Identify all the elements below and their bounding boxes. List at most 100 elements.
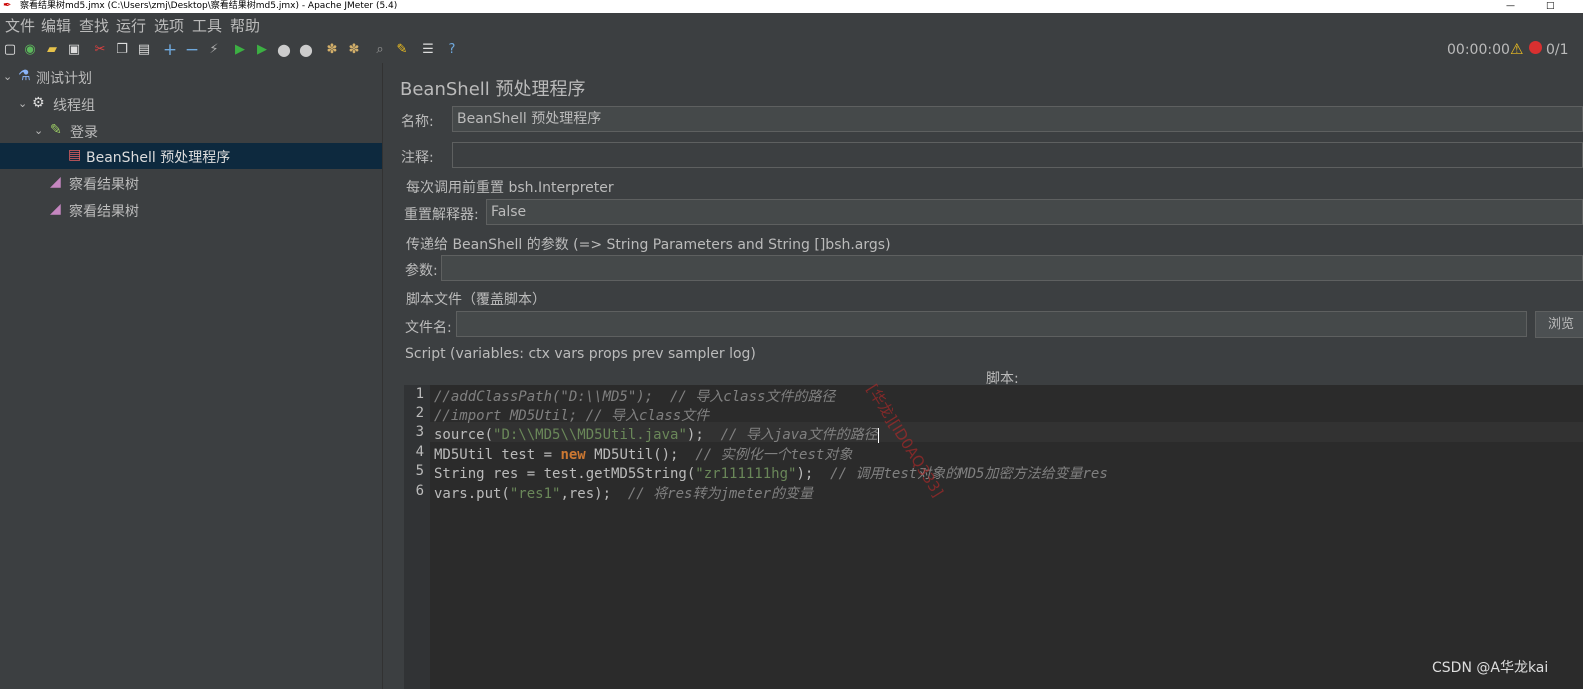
save-icon[interactable]: ▣ [66, 42, 82, 58]
code-text: ,res); [560, 486, 628, 502]
menu-bar: 文件 编辑 查找 运行 选项 工具 帮助 [0, 13, 1583, 37]
warning-icon[interactable]: ⚠ [1510, 40, 1523, 58]
menu-file[interactable]: 文件 [5, 15, 35, 36]
tree-item-view-results-tree-2[interactable]: ◢ 察看结果树 [0, 197, 382, 223]
comment-field[interactable] [452, 142, 1583, 168]
tree-label: 察看结果树 [69, 177, 139, 193]
chevron-down-icon[interactable]: ⌄ [18, 97, 27, 110]
filename-field[interactable] [456, 311, 1527, 337]
cut-icon[interactable]: ✂ [92, 42, 108, 58]
tree-label: 线程组 [53, 98, 95, 114]
templates-icon[interactable]: ◉ [22, 42, 38, 58]
expand-icon[interactable]: + [162, 42, 178, 59]
tree-label: 察看结果树 [69, 204, 139, 220]
reset-interpreter-label: 重置解释器: [404, 207, 479, 223]
chevron-down-icon[interactable]: ⌄ [34, 124, 43, 137]
menu-options[interactable]: 选项 [154, 15, 184, 36]
window-title-bar: ✒ 察看结果树md5.jmx (C:\Users\zmj\Desktop\察看结… [0, 0, 1583, 13]
script-editor[interactable]: 1 2 3 4 5 6 //addClassPath("D:\\MD5"); /… [404, 385, 1583, 689]
menu-help[interactable]: 帮助 [230, 15, 260, 36]
clear-all-icon[interactable]: ✽ [346, 42, 362, 58]
toolbar: ▢ ◉ ▰ ▣ ✂ ❐ ▤ + − ⚡ ▶ ▶ ● ● ✽ ✽ ⌕ ✎ ☰ ? … [0, 37, 1583, 64]
sampler-pencil-icon: ✎ [50, 122, 62, 138]
chevron-down-icon[interactable]: ⌄ [3, 70, 12, 83]
tree-item-beanshell-preprocessor[interactable]: ▤ BeanShell 预处理程序 [0, 143, 382, 169]
code-line[interactable]: //import MD5Util; // 导入class文件 [434, 405, 709, 425]
code-text: source( [434, 427, 494, 443]
code-comment: // 实例化一个test对象 [695, 447, 853, 463]
code-line[interactable]: source("D:\\MD5\\MD5Util.java"); // 导入ja… [434, 424, 879, 444]
tree-item-thread-group[interactable]: ⌄ ⚙ 线程组 [0, 91, 382, 117]
error-indicator-icon [1529, 41, 1542, 54]
start-icon[interactable]: ▶ [232, 42, 248, 58]
code-line[interactable]: //addClassPath("D:\\MD5"); // 导入class文件的… [434, 386, 835, 406]
browse-button[interactable]: 浏览 [1535, 311, 1583, 338]
code-text: MD5Util test = [434, 447, 561, 463]
code-text: ); [796, 466, 831, 482]
line-number: 6 [415, 483, 424, 499]
help-icon[interactable]: ? [444, 42, 460, 58]
csdn-credit: CSDN @A华龙kai [1432, 660, 1549, 676]
listener-chart-icon: ◢ [50, 201, 61, 217]
open-icon[interactable]: ▰ [44, 42, 60, 58]
reset-interpreter-select[interactable]: False [486, 199, 1583, 225]
code-comment: // 将res转为jmeter的变量 [627, 486, 814, 502]
name-label: 名称: [401, 114, 434, 130]
collapse-icon[interactable]: − [184, 42, 200, 59]
line-number-gutter: 1 2 3 4 5 6 [404, 385, 430, 689]
flask-icon: ⚗ [18, 68, 31, 84]
code-text: ); [686, 427, 721, 443]
stop-icon[interactable]: ● [276, 42, 292, 58]
code-comment: // 导入java文件的路径 [720, 427, 878, 443]
script-section-heading: Script (variables: ctx vars props prev s… [405, 346, 756, 362]
code-line[interactable]: MD5Util test = new MD5Util(); // 实例化一个te… [434, 444, 852, 464]
params-field[interactable] [441, 255, 1583, 281]
menu-tools[interactable]: 工具 [192, 15, 222, 36]
reset-search-icon[interactable]: ✎ [394, 42, 410, 58]
function-helper-icon[interactable]: ☰ [420, 42, 436, 58]
code-text: MD5Util(); [585, 447, 696, 463]
menu-run[interactable]: 运行 [116, 15, 146, 36]
paste-icon[interactable]: ▤ [136, 42, 152, 58]
thread-count: 0/1 [1546, 42, 1569, 58]
clear-icon[interactable]: ✽ [324, 42, 340, 58]
reset-section-heading: 每次调用前重置 bsh.Interpreter [406, 180, 614, 196]
new-icon[interactable]: ▢ [2, 42, 18, 58]
name-field[interactable]: BeanShell 预处理程序 [452, 106, 1583, 132]
code-text: String res = test.getMD5String( [434, 466, 696, 482]
start-no-pause-icon[interactable]: ▶ [254, 42, 270, 58]
line-number: 5 [415, 463, 424, 479]
tree-item-login[interactable]: ⌄ ✎ 登录 [0, 118, 382, 144]
code-comment: //import MD5Util; // 导入class文件 [434, 408, 710, 424]
text-caret [877, 427, 879, 443]
tree-label: BeanShell 预处理程序 [86, 150, 231, 166]
line-number: 3 [415, 424, 424, 440]
tree-item-view-results-tree-1[interactable]: ◢ 察看结果树 [0, 170, 382, 196]
menu-search[interactable]: 查找 [79, 15, 109, 36]
code-line[interactable]: vars.put("res1",res); // 将res转为jmeter的变量 [434, 483, 813, 503]
tree-label: 测试计划 [36, 71, 92, 87]
tree-item-test-plan[interactable]: ⌄ ⚗ 测试计划 [0, 64, 382, 90]
line-number: 1 [415, 386, 424, 402]
maximize-button[interactable]: □ [1546, 0, 1555, 12]
beanshell-editor-panel: BeanShell 预处理程序 名称: BeanShell 预处理程序 注释: … [388, 63, 1583, 689]
page-title: BeanShell 预处理程序 [400, 79, 586, 100]
comment-label: 注释: [401, 150, 434, 166]
listener-chart-icon: ◢ [50, 174, 61, 190]
copy-icon[interactable]: ❐ [114, 42, 130, 58]
code-string: "res1" [509, 486, 561, 502]
window-title: 察看结果树md5.jmx (C:\Users\zmj\Desktop\察看结果树… [20, 1, 398, 11]
filename-label: 文件名: [405, 320, 452, 336]
code-comment: // 调用test对象的MD5加密方法给变量res [830, 466, 1108, 482]
tree-label: 登录 [70, 125, 98, 141]
toggle-icon[interactable]: ⚡ [206, 42, 222, 58]
search-icon[interactable]: ⌕ [372, 42, 388, 58]
shutdown-icon[interactable]: ● [298, 42, 314, 58]
code-comment: //addClassPath("D:\\MD5"); // 导入class文件的… [434, 389, 836, 405]
minimize-button[interactable]: — [1506, 0, 1515, 12]
script-file-section-heading: 脚本文件（覆盖脚本） [406, 292, 546, 308]
preprocessor-icon: ▤ [68, 147, 82, 163]
test-plan-tree: ⌄ ⚗ 测试计划 ⌄ ⚙ 线程组 ⌄ ✎ 登录 ▤ BeanShell 预处理程… [0, 63, 382, 689]
code-line[interactable]: String res = test.getMD5String("zr111111… [434, 463, 1108, 483]
menu-edit[interactable]: 编辑 [41, 15, 71, 36]
